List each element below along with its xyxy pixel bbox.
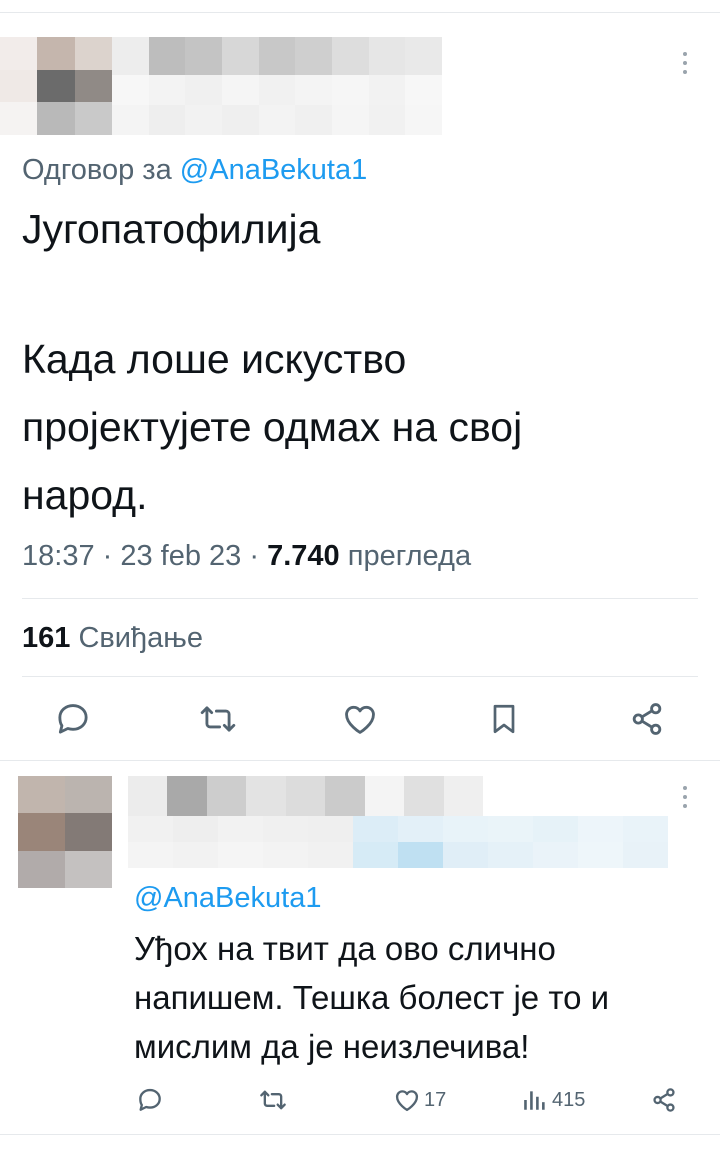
reply-reply-button[interactable] (136, 1086, 164, 1114)
reply-mention[interactable]: @AnaBekuta1 (134, 878, 321, 918)
reply-more-options-icon[interactable] (682, 786, 688, 808)
share-button[interactable] (628, 700, 666, 738)
author-handle[interactable] (112, 75, 442, 135)
reply-share-button[interactable] (650, 1086, 678, 1114)
reply-icon (58, 704, 88, 734)
top-divider (0, 12, 720, 13)
author-name[interactable] (112, 37, 442, 75)
reply-icon (139, 1088, 161, 1111)
tweet-time[interactable]: 18:37 (22, 540, 95, 572)
share-icon (653, 1088, 675, 1112)
like-icon (345, 705, 375, 734)
views-icon (524, 1091, 545, 1110)
like-icon (395, 1090, 419, 1112)
bookmark-button[interactable] (486, 700, 522, 738)
share-icon (632, 703, 662, 735)
reply-likes-count: 17 (424, 1089, 447, 1111)
views-label: прегледа (347, 540, 472, 572)
likes-summary[interactable]: 161 Свиђање (22, 618, 203, 658)
tweet-text-line-4: народ. (22, 472, 148, 518)
reply-button[interactable] (54, 700, 92, 738)
bottom-divider (0, 1134, 720, 1135)
tweet-meta: 18:37 · 23 feb 23 · 7.740 прегледа (22, 536, 471, 576)
reply-text-line-1: Уђох на твит да ово слично (134, 930, 556, 967)
retweet-button[interactable] (198, 700, 238, 738)
reply-text-line-3: мислим да је неизлечива! (134, 1028, 530, 1065)
tweet-divider (0, 760, 720, 761)
retweet-icon (200, 706, 236, 732)
like-button[interactable] (340, 700, 380, 738)
tweet-date[interactable]: 23 feb 23 (120, 540, 241, 572)
reply-to-line: Одговор за @AnaBekuta1 (22, 150, 367, 190)
likes-divider (22, 676, 698, 677)
likes-count: 161 (22, 622, 71, 654)
retweet-icon (260, 1090, 286, 1110)
tweet-text-line-3: пројектујете одмах на свој (22, 404, 523, 450)
tweet-text-line-2: Када лоше искуство (22, 336, 407, 382)
bookmark-icon (493, 704, 515, 734)
reply-like-button[interactable]: 17 (392, 1086, 446, 1114)
views-count: 7.740 (267, 540, 340, 572)
reply-text-line-2: напишем. Тешка болест је то и (134, 979, 610, 1016)
meta-separator: · (102, 540, 121, 572)
reply-handle-link[interactable]: @AnaBekuta1 (180, 154, 367, 186)
meta-divider (22, 598, 698, 599)
likes-label: Свиђање (78, 622, 203, 654)
meta-separator: · (249, 540, 268, 572)
reply-author-name[interactable] (128, 776, 483, 816)
reply-prefix: Одговор за (22, 154, 172, 186)
tweet-text-line-1: Југопатофилија (22, 206, 321, 252)
reply-views-button[interactable]: 415 (522, 1086, 585, 1114)
avatar[interactable] (0, 37, 112, 135)
reply-views-count: 415 (552, 1089, 586, 1111)
reply-retweet-button[interactable] (258, 1086, 288, 1114)
more-options-icon[interactable] (682, 52, 688, 74)
reply-author-handle[interactable] (128, 816, 668, 868)
reply-avatar[interactable] (18, 776, 112, 888)
